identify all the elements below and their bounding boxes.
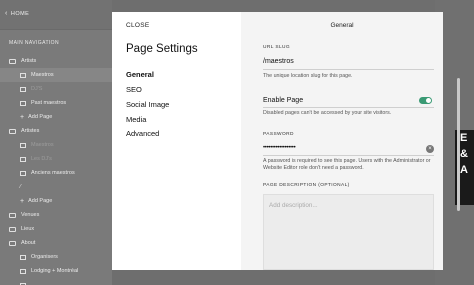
page-description-label: PAGE DESCRIPTION (OPTIONAL) [263, 183, 350, 188]
page-icon [20, 170, 26, 176]
page-icon [20, 142, 26, 148]
page-settings-title: Page Settings [126, 43, 198, 55]
nav-page-item[interactable]: ⁄ [0, 180, 112, 194]
tab-advanced[interactable]: Advanced [126, 129, 159, 138]
general-settings-panel: General URL SLUG /maestros The unique lo… [241, 12, 443, 270]
page-description-placeholder: Add description... [269, 202, 318, 209]
panel-scrollbar[interactable] [457, 78, 460, 211]
nav-page-item[interactable]: DJ'S [0, 82, 112, 96]
page-icon [20, 156, 26, 162]
nav-item-label: Les DJ's [31, 156, 52, 162]
nav-folder-item[interactable]: Venues [0, 208, 112, 222]
add-page-button[interactable]: + Add Page [0, 110, 112, 124]
password-underline [263, 155, 434, 156]
toggle-knob [426, 98, 431, 103]
page-description-textarea[interactable]: Add description... [263, 194, 434, 270]
page-icon [20, 72, 26, 78]
nav-page-item[interactable]: Organisers [0, 250, 112, 264]
enable-page-label: Enable Page [263, 97, 304, 104]
link-icon: ⁄ [20, 184, 21, 190]
nav-item-label: Maestros [31, 72, 54, 78]
background-header: ‹ HOME [0, 0, 112, 30]
enable-page-help: Disabled pages can't be accessed by your… [263, 110, 392, 116]
main-navigation-title: MAIN NAVIGATION [9, 40, 59, 46]
close-button[interactable]: CLOSE [126, 22, 150, 29]
url-slug-help: The unique location slug for this page. [263, 73, 353, 79]
nav-item-label: Lieux [21, 226, 35, 232]
plus-icon: + [20, 197, 25, 205]
nav-page-item[interactable]: Maestros [0, 68, 112, 82]
enable-page-underline [263, 107, 434, 108]
nav-item-label: Add Page [28, 198, 53, 204]
plus-icon: + [20, 113, 25, 121]
password-input[interactable]: •••••••••••••••••• [263, 145, 296, 151]
clear-icon[interactable]: × [426, 145, 434, 153]
page-icon [20, 100, 26, 106]
nav-folder-item[interactable]: Lieux [0, 222, 112, 236]
nav-item-label: About [21, 240, 36, 246]
page-icon [20, 86, 26, 92]
panel-title: General [330, 22, 354, 29]
home-link[interactable]: ‹ HOME [5, 10, 29, 17]
nav-page-item[interactable]: Lodging + Montréal [0, 264, 112, 278]
tab-seo[interactable]: SEO [126, 85, 142, 94]
nav-item-label: Artists [21, 58, 37, 64]
add-page-button[interactable]: + Add Page [0, 194, 112, 208]
nav-page-item[interactable]: Anciens maestros [0, 166, 112, 180]
nav-folder-item[interactable]: About [0, 236, 112, 250]
folder-icon [9, 240, 16, 246]
nav-item-label: Lodging + Montréal [31, 268, 79, 274]
nav-page-item[interactable]: Past maestros [0, 96, 112, 110]
password-label: PASSWORD [263, 132, 294, 137]
nav-folder-item[interactable]: Artists [0, 54, 112, 68]
folder-icon [9, 226, 16, 232]
url-slug-label: URL SLUG [263, 45, 291, 50]
page-settings-modal: CLOSE Page Settings General SEO Social I… [112, 12, 443, 270]
folder-icon [9, 212, 16, 218]
folder-icon [9, 128, 16, 134]
nav-item-label: Add Page [28, 114, 53, 120]
home-label: HOME [10, 10, 30, 17]
nav-page-item[interactable]: Les DJ's [0, 152, 112, 166]
tab-general[interactable]: General [126, 70, 154, 79]
nav-folder-item[interactable]: Artistes [0, 124, 112, 138]
nav-page-item[interactable]: Maestros [0, 138, 112, 152]
background-sidebar: ‹ HOME MAIN NAVIGATION Artists Maestros DJ… [0, 0, 112, 285]
enable-page-toggle[interactable] [419, 97, 432, 104]
nav-item-label: DJ'S [31, 86, 43, 92]
page-icon [20, 268, 26, 274]
nav-item-label: Maestros [31, 142, 54, 148]
nav-page-item[interactable] [0, 278, 112, 285]
tab-media[interactable]: Media [126, 115, 146, 124]
settings-nav-panel: CLOSE Page Settings General SEO Social I… [112, 12, 241, 270]
nav-item-label: Anciens maestros [31, 170, 75, 176]
password-help: A password is required to see this page.… [263, 158, 431, 171]
nav-item-label: Past maestros [31, 100, 67, 106]
chevron-left-icon: ‹ [5, 10, 8, 17]
nav-item-label: Venues [21, 212, 40, 218]
page-icon [20, 254, 26, 260]
url-slug-underline [263, 69, 434, 70]
nav-item-label: Organisers [31, 254, 58, 260]
folder-icon [9, 58, 16, 64]
tab-social-image[interactable]: Social Image [126, 100, 169, 109]
url-slug-input[interactable]: /maestros [263, 58, 294, 65]
nav-item-label: Artistes [21, 128, 40, 134]
